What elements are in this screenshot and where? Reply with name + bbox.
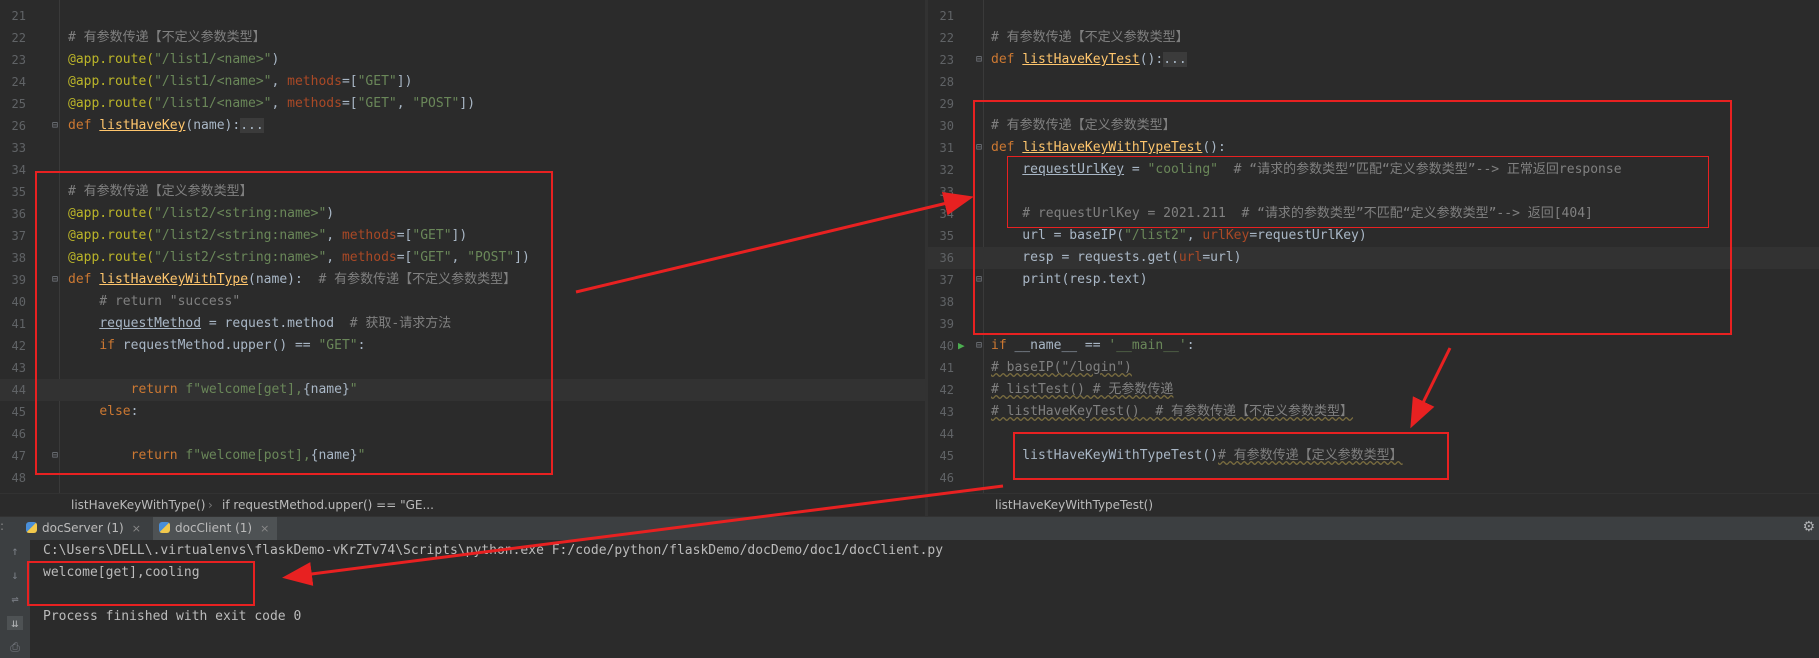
arrow-to-console-result: [282, 484, 1004, 586]
arrow-to-main-call: [1410, 347, 1452, 429]
arrow-to-client-function: [575, 191, 974, 294]
annotation-arrows: [282, 191, 1452, 586]
